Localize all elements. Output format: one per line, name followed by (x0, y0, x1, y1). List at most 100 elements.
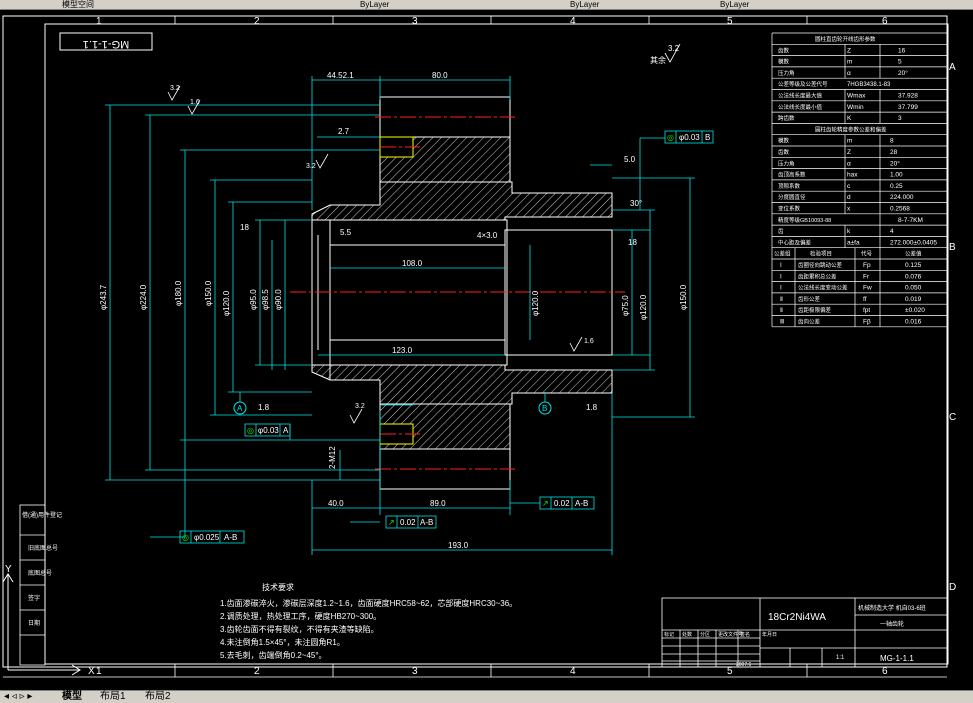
dim: 80.0 (432, 71, 448, 80)
left-strip-label: 签字 (28, 594, 40, 602)
table-cell: 3 (898, 115, 902, 122)
zone-label-bottom: 5 (727, 666, 733, 677)
dim: 18 (240, 223, 249, 232)
left-strip-label: 借(通)用件登记 (22, 511, 62, 519)
dim: 1.8 (258, 403, 270, 412)
linetype-dropdown[interactable]: ByLayer (570, 0, 599, 9)
table-cell: 齿 (778, 228, 784, 235)
table-cell: α (847, 160, 851, 167)
roughness-value: 3.2 (668, 44, 680, 53)
table-cell: x (847, 206, 851, 213)
dim: 193.0 (448, 541, 469, 550)
tb-header: 标记 (664, 631, 674, 638)
table-cell: 齿距极限偏差 (798, 306, 832, 314)
zone-label-bottom: 4 (570, 666, 576, 677)
dim: 30° (630, 199, 642, 208)
dim: 1.8 (586, 403, 598, 412)
roughness-value: 1.6 (584, 338, 594, 345)
table-cell: 4 (890, 228, 894, 235)
ucs-x-label: X (88, 666, 95, 677)
company: 机械制造大学 机自03-6班 (858, 604, 926, 612)
zone-label-bottom: 6 (882, 666, 888, 677)
zone-label-top: 1 (96, 16, 102, 27)
dim: 89.0 (430, 499, 446, 508)
note-line: 5.去毛刺，齿端倒角0.2~45°。 (220, 650, 327, 660)
nav-arrows[interactable]: ◂ ◃ ▹ ▸ (4, 691, 32, 703)
table-cell: ff (863, 296, 867, 303)
table-cell: Wmin (847, 104, 864, 111)
table-cell: 1.00 (890, 172, 903, 179)
table-cell: 齿圈径向跳动公差 (798, 261, 843, 269)
zone-label-bottom: 2 (254, 666, 260, 677)
table-cell: Fp (863, 262, 871, 269)
note-line: 3.齿轮齿面不得有裂纹，不得有夹渣等缺陷。 (220, 624, 379, 634)
zone-label-top: 2 (254, 16, 260, 27)
dim: φ180.0 (174, 280, 183, 306)
roughness-value: 3.2 (355, 403, 365, 410)
table-cell: m (847, 138, 852, 145)
note-line: 2.调质处理，热处理工序，硬度HB270~300。 (220, 611, 381, 621)
date: 2007.6 (736, 662, 752, 668)
dim: 5.0 (624, 155, 636, 164)
table-cell: 模数 (778, 58, 790, 66)
scale: 1:1 (836, 655, 845, 661)
zone-label-right: A (949, 62, 956, 73)
table-header: 代号 (861, 250, 873, 258)
table-cell: 20° (898, 69, 908, 77)
table-header: 公差组 (774, 250, 791, 258)
table-cell: 0.2568 (890, 206, 910, 213)
table-cell: k (847, 228, 851, 235)
tb-header: 处数 (682, 631, 692, 638)
color-dropdown[interactable]: ByLayer (360, 0, 389, 9)
table-cell: a±fa (847, 239, 860, 246)
top-toolbar-strip: 模型空间 ByLayer ByLayer ByLayer (0, 0, 973, 10)
dim: 123.0 (392, 346, 413, 355)
zone-label-bottom: 1 (96, 666, 102, 677)
table-cell: 分度圆直径 (778, 193, 806, 201)
left-register-strip (19, 504, 46, 666)
gdt-ref: A-B (420, 518, 433, 527)
dim: 5.5 (340, 228, 352, 237)
gear-parameter-table: 圆柱直齿轮开线齿形参数齿数 Z 16 模数 m 5 压力角 α 20° 公差等级及公差代号 7HGB… (771, 32, 948, 328)
dim: 40.0 (328, 499, 344, 508)
technical-notes: 技术要求 1.齿面渗碳淬火，渗碳层深度1.2~1.6，齿面硬度HRC58~62，… (220, 582, 517, 660)
gdt-value: φ0.03 (258, 426, 279, 435)
tab-layout2[interactable]: 布局2 (145, 691, 171, 703)
table-cell: m (847, 59, 852, 66)
gdt-value: 0.02 (400, 518, 416, 527)
zone-label-top: 6 (882, 16, 888, 27)
drawing-canvas[interactable]: 1 2 3 4 5 6 1 2 3 4 5 6 A B C D MG-1-1.1… (0, 10, 973, 690)
position-icon: ◎ (667, 133, 674, 142)
table-title: 圆柱齿轮精度参数公差和偏差 (815, 125, 887, 133)
layer-dropdown[interactable]: 模型空间 (62, 0, 94, 9)
table-cell: Wmax (847, 93, 866, 100)
table-cell: Ⅰ (780, 263, 782, 269)
table-cell: Fw (863, 285, 872, 292)
dim: 4×3.0 (477, 231, 498, 240)
datum-a-label: A (237, 404, 243, 413)
table-cell: 齿形公差 (798, 295, 821, 303)
gdt-ref: A-B (575, 499, 588, 508)
part-name: 一轴齿轮 (880, 620, 904, 628)
title-drawing-no: MG-1-1.1 (880, 654, 914, 663)
table-cell: 齿向公差 (798, 318, 821, 326)
runout-icon: ↗ (388, 518, 395, 527)
tab-model[interactable]: 模型 (62, 691, 82, 703)
roughness-value: 1.6 (190, 99, 200, 106)
table-cell: 28 (890, 149, 898, 156)
table-cell: d (847, 194, 851, 201)
table-header: 公差值 (905, 250, 922, 258)
left-strip-label: 底图总号 (28, 569, 52, 577)
zone-label-bottom: 3 (412, 666, 418, 677)
gdt-value: φ0.03 (679, 133, 700, 142)
tab-layout1[interactable]: 布局1 (100, 691, 126, 703)
table-cell: 压力角 (778, 69, 795, 77)
table-cell: 5 (898, 59, 902, 66)
part-hatch (311, 96, 613, 490)
lineweight-dropdown[interactable]: ByLayer (720, 0, 749, 9)
table-cell: Ⅱ (780, 308, 783, 314)
table-cell: ±0.020 (905, 307, 925, 314)
dim: 2.7 (338, 127, 350, 136)
dim: φ150.0 (679, 284, 688, 310)
tb-header: 年月日 (762, 631, 777, 638)
